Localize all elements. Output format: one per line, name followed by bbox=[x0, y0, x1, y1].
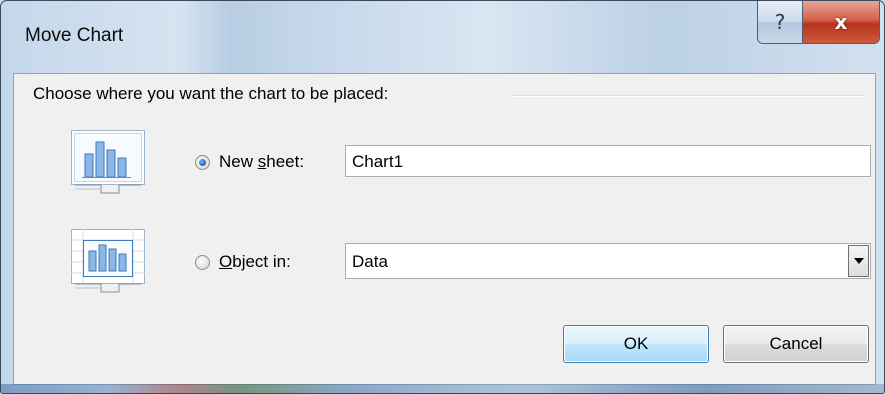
dialog-title: Move Chart bbox=[25, 25, 124, 46]
object-in-value: Data bbox=[352, 252, 388, 271]
cancel-button[interactable]: Cancel bbox=[723, 325, 869, 363]
object-in-label: Object in: bbox=[219, 252, 291, 271]
prompt-group: Choose where you want the chart to be pl… bbox=[33, 84, 863, 108]
window-frame-bottom bbox=[1, 384, 884, 393]
window-controls: ? x bbox=[757, 1, 880, 44]
move-chart-dialog: Move Chart ? x Choose where you want the… bbox=[0, 0, 885, 394]
chart-new-sheet-icon bbox=[71, 130, 145, 198]
prompt-label: Choose where you want the chart to be pl… bbox=[33, 84, 397, 104]
new-sheet-label: New sheet: bbox=[219, 152, 305, 171]
ok-button[interactable]: OK bbox=[563, 325, 709, 363]
object-in-select[interactable]: Data bbox=[345, 243, 871, 279]
dropdown-button[interactable] bbox=[848, 245, 869, 277]
close-button[interactable]: x bbox=[803, 1, 879, 43]
dialog-body: Choose where you want the chart to be pl… bbox=[13, 73, 876, 385]
title-bar[interactable]: Move Chart ? x bbox=[1, 1, 884, 73]
chevron-down-icon bbox=[853, 258, 864, 264]
chart-object-in-icon bbox=[71, 229, 145, 297]
help-button[interactable]: ? bbox=[758, 1, 803, 43]
new-sheet-radio[interactable] bbox=[195, 155, 210, 170]
group-divider bbox=[511, 95, 863, 97]
object-in-radio[interactable] bbox=[195, 255, 210, 270]
new-sheet-name-input[interactable]: Chart1 bbox=[345, 145, 871, 177]
